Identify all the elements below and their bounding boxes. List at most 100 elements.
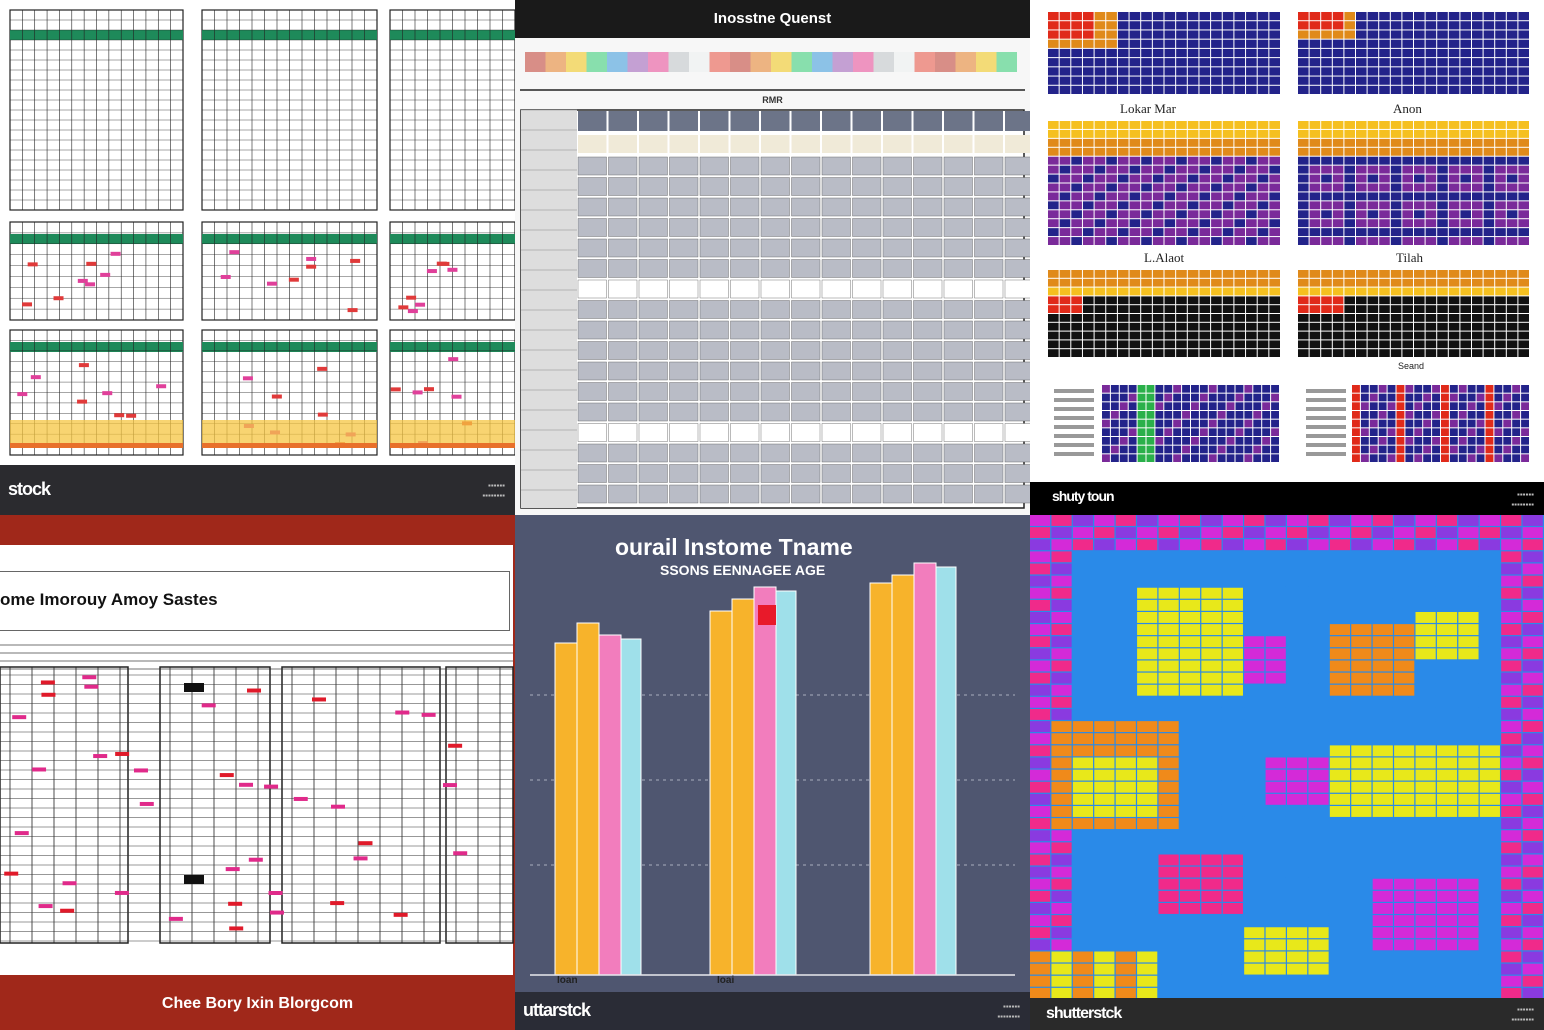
matrix-cell — [1187, 210, 1199, 219]
matrix-cell — [1211, 85, 1222, 94]
matrix-cell — [1164, 411, 1173, 419]
matrix-cell — [1117, 76, 1129, 85]
mosaic-cell — [1030, 733, 1051, 745]
matrix-cell — [1217, 402, 1226, 410]
mosaic-cell — [1030, 951, 1051, 963]
matrix-cell — [1390, 30, 1402, 39]
row-label-stub — [1306, 389, 1346, 393]
matrix-cell — [1152, 121, 1164, 129]
matrix-cell — [1298, 201, 1309, 210]
table-cell — [1004, 443, 1030, 463]
matrix-cell — [1234, 48, 1246, 58]
matrix-cell — [1425, 12, 1437, 21]
mosaic-cell — [1522, 612, 1543, 623]
matrix-cell — [1141, 331, 1152, 340]
mosaic-cell — [1179, 781, 1201, 793]
matrix-cell — [1129, 305, 1141, 313]
mosaic-cell — [1372, 757, 1393, 769]
matrix-cell — [1352, 393, 1360, 402]
matrix-cell — [1110, 393, 1119, 402]
mosaic-cell — [1436, 939, 1458, 951]
matrix-cell — [1495, 76, 1506, 85]
matrix-cell — [1234, 192, 1246, 201]
mosaic-cell — [1351, 963, 1372, 975]
mosaic-cell — [1436, 769, 1458, 781]
matrix-cell — [1234, 270, 1246, 278]
mosaic-cell — [1158, 709, 1179, 720]
matrix-cell — [1437, 76, 1448, 85]
color-mosaic-graphic — [1030, 515, 1543, 999]
matrix-cell — [1483, 174, 1495, 183]
matrix-cell — [1152, 76, 1164, 85]
matrix-cell — [1344, 165, 1355, 174]
table-cell — [791, 156, 821, 176]
mosaic-cell — [1436, 878, 1458, 890]
watermark-meta: ▪▪▪▪▪▪ ▪▪▪▪▪▪▪▪ — [482, 481, 505, 500]
mosaic-cell — [1372, 696, 1393, 708]
table-cell — [608, 320, 638, 340]
table-cell — [1004, 279, 1030, 299]
mosaic-cell — [1479, 563, 1500, 575]
matrix-cell — [1106, 156, 1117, 165]
mosaic-cell — [1051, 733, 1072, 745]
matrix-cell — [1321, 21, 1332, 30]
mosaic-cell — [1137, 672, 1158, 684]
matrix-cell — [1472, 228, 1483, 237]
spectrum-strip-cell — [750, 52, 771, 72]
matrix-cell — [1082, 58, 1094, 67]
matrix-cell — [1155, 393, 1164, 402]
matrix-cell — [1176, 331, 1187, 340]
matrix-cell — [1425, 183, 1437, 192]
mosaic-cell — [1265, 684, 1286, 696]
matrix-cell — [1344, 85, 1355, 94]
matrix-cell — [1146, 445, 1155, 454]
matrix-cell — [1226, 419, 1235, 428]
matrix-cell — [1402, 21, 1413, 30]
mosaic-cell — [1458, 660, 1479, 672]
table-cell — [760, 423, 790, 442]
matrix-cell — [1129, 228, 1141, 237]
panel-gray-table: Inosstne Quenst RMR — [515, 0, 1030, 515]
matrix-cell — [1257, 322, 1269, 331]
matrix-cell — [1472, 287, 1483, 296]
mosaic-cell — [1479, 575, 1500, 587]
matrix-cell — [1472, 331, 1483, 340]
cell-highlight — [14, 831, 29, 836]
matrix-cell — [1460, 30, 1471, 39]
cell-highlight — [350, 258, 361, 263]
matrix-cell — [1402, 219, 1413, 228]
table-cell — [577, 320, 607, 340]
matrix-cell — [1472, 121, 1483, 129]
matrix-cell — [1164, 454, 1173, 462]
matrix-cell — [1269, 228, 1280, 237]
matrix-cell — [1309, 305, 1321, 313]
matrix-cell — [1082, 30, 1094, 39]
matrix-cell — [1129, 201, 1141, 210]
mosaic-cell — [1479, 806, 1500, 817]
matrix-cell — [1356, 39, 1367, 48]
mosaic-cell — [1351, 587, 1372, 599]
table-cell — [638, 423, 668, 442]
matrix-cell — [1432, 411, 1440, 419]
mosaic-cell — [1158, 551, 1179, 563]
matrix-cell — [1222, 174, 1234, 183]
table-cell — [943, 279, 973, 299]
mosaic-cell — [1458, 878, 1479, 890]
table-cell — [760, 382, 790, 401]
mosaic-cell — [1201, 878, 1222, 890]
matrix-cell — [1106, 39, 1117, 48]
matrix-cell — [1102, 419, 1110, 428]
matrix-cell — [1298, 219, 1309, 228]
matrix-cell — [1071, 129, 1082, 138]
matrix-cell — [1476, 419, 1485, 428]
mosaic-cell — [1458, 866, 1479, 878]
matrix-cell — [1269, 67, 1280, 76]
table-cell — [608, 402, 638, 422]
mosaic-cell — [1115, 733, 1136, 745]
table-cell — [577, 382, 607, 401]
row-label-stub — [1054, 452, 1094, 456]
mosaic-cell — [1158, 963, 1179, 975]
matrix-cell — [1483, 67, 1495, 76]
matrix-cell — [1187, 296, 1199, 305]
mosaic-cell — [1351, 818, 1372, 830]
